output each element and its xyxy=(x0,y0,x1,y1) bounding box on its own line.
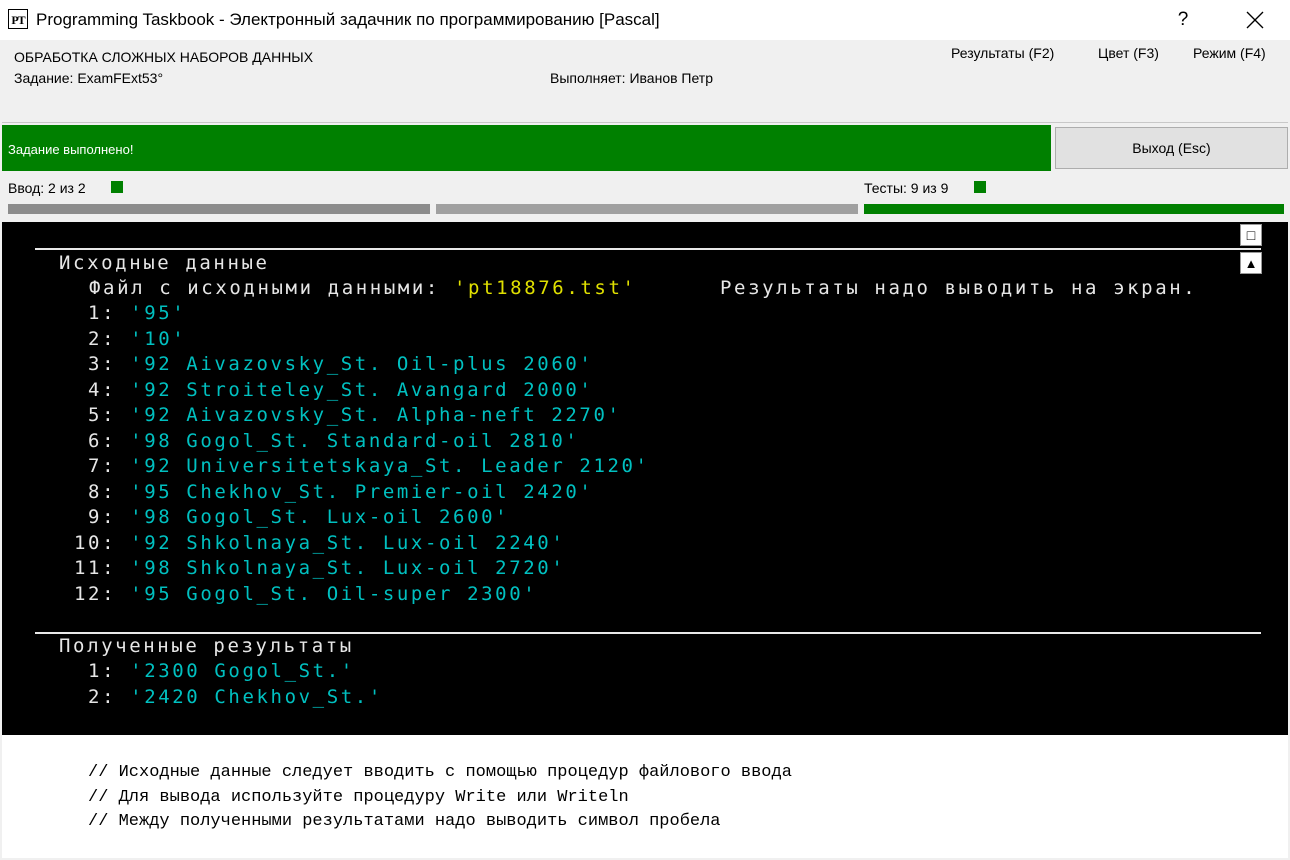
input-heading: Исходные данные xyxy=(59,252,270,274)
line-value: '2420 Chekhov_St.' xyxy=(130,685,383,708)
console-line: 7: '92 Universitetskaya_St. Leader 2120' xyxy=(74,455,650,477)
color-menu-button[interactable]: Цвет (F3) xyxy=(1098,45,1159,61)
line-number: 3: xyxy=(74,353,131,375)
line-value: '92 Shkolnaya_St. Lux-oil 2240' xyxy=(130,531,566,554)
console-line: 11: '98 Shkolnaya_St. Lux-oil 2720' xyxy=(74,557,565,579)
output-progress-bar xyxy=(436,204,858,214)
line-number: 11: xyxy=(74,557,131,579)
exit-button[interactable]: Выход (Esc) xyxy=(1055,127,1288,169)
comment-line: // Для вывода используйте процедуру Writ… xyxy=(88,788,629,807)
close-button[interactable] xyxy=(1230,0,1280,40)
line-number: 8: xyxy=(74,480,131,503)
line-number: 1: xyxy=(74,660,131,682)
input-status-indicator xyxy=(111,181,123,193)
tests-status-indicator xyxy=(974,181,986,193)
file-info-line: Файл с исходными данными: 'pt18876.tst' xyxy=(89,277,637,299)
line-value: '92 Aivazovsky_St. Oil-plus 2060' xyxy=(130,353,594,375)
line-value: '98 Gogol_St. Lux-oil 2600' xyxy=(130,506,510,528)
section-title: ОБРАБОТКА СЛОЖНЫХ НАБОРОВ ДАННЫХ xyxy=(14,49,314,65)
status-bar: Задание выполнено! xyxy=(2,125,1051,171)
line-number: 4: xyxy=(74,378,131,401)
status-message: Задание выполнено! xyxy=(8,142,134,157)
task-name: Задание: ExamFExt53° xyxy=(14,70,164,86)
results-menu-button[interactable]: Результаты (F2) xyxy=(951,45,1054,61)
line-number: 5: xyxy=(74,404,131,426)
console-line: 2: '2420 Chekhov_St.' xyxy=(74,686,383,708)
console-line: 4: '92 Stroiteley_St. Avangard 2000' xyxy=(74,379,593,401)
line-value: '95' xyxy=(130,302,187,324)
line-number: 9: xyxy=(74,506,131,528)
divider xyxy=(35,632,1261,634)
line-value: '98 Gogol_St. Standard-oil 2810' xyxy=(130,429,580,452)
scroll-up-button[interactable]: ▲ xyxy=(1240,252,1262,274)
mode-menu-button[interactable]: Режим (F4) xyxy=(1193,45,1266,61)
line-value: '92 Universitetskaya_St. Leader 2120' xyxy=(130,455,650,477)
line-value: '95 Gogol_St. Oil-super 2300' xyxy=(130,582,538,605)
line-number: 2: xyxy=(74,327,131,350)
line-number: 1: xyxy=(74,302,131,324)
file-name: 'pt18876.tst' xyxy=(454,277,637,299)
tests-progress-bar xyxy=(864,204,1284,214)
close-icon xyxy=(1246,11,1264,29)
file-label: Файл с исходными данными: xyxy=(89,277,455,299)
console-line: 1: '2300 Gogol_St.' xyxy=(74,660,355,682)
comment-line: // Исходные данные следует вводить с пом… xyxy=(88,763,792,782)
console-line: 5: '92 Aivazovsky_St. Alpha-neft 2270' xyxy=(74,404,622,426)
console-line: 1: '95' xyxy=(74,302,186,324)
console-line: 6: '98 Gogol_St. Standard-oil 2810' xyxy=(74,430,579,452)
line-value: '95 Chekhov_St. Premier-oil 2420' xyxy=(130,480,594,503)
window-title: Programming Taskbook - Электронный задач… xyxy=(36,10,660,29)
console-line: 8: '95 Chekhov_St. Premier-oil 2420' xyxy=(74,481,593,503)
input-count: Ввод: 2 из 2 xyxy=(8,180,86,196)
output-heading: Полученные результаты xyxy=(59,635,354,657)
line-number: 12: xyxy=(74,582,131,605)
line-value: '98 Shkolnaya_St. Lux-oil 2720' xyxy=(130,557,566,579)
console-line: 2: '10' xyxy=(74,328,186,350)
scroll-square-button[interactable]: □ xyxy=(1240,224,1262,246)
line-value: '92 Aivazovsky_St. Alpha-neft 2270' xyxy=(130,404,622,426)
line-number: 2: xyxy=(74,685,131,708)
console-line: 12: '95 Gogol_St. Oil-super 2300' xyxy=(74,583,537,605)
help-button[interactable]: ? xyxy=(1160,0,1206,40)
performer-name: Выполняет: Иванов Петр xyxy=(550,70,714,86)
output-note: Результаты надо выводить на экран. xyxy=(720,277,1198,299)
line-value: '92 Stroiteley_St. Avangard 2000' xyxy=(130,378,594,401)
console-line: 9: '98 Gogol_St. Lux-oil 2600' xyxy=(74,506,509,528)
line-number: 6: xyxy=(74,429,131,452)
app-icon: PT xyxy=(8,9,28,29)
tests-count: Тесты: 9 из 9 xyxy=(864,180,949,196)
comment-line: // Между полученными результатами надо в… xyxy=(88,812,721,831)
divider xyxy=(35,248,1261,250)
line-value: '2300 Gogol_St.' xyxy=(130,660,355,682)
line-value: '10' xyxy=(130,327,187,350)
input-progress-bar xyxy=(8,204,430,214)
console-line: 3: '92 Aivazovsky_St. Oil-plus 2060' xyxy=(74,353,593,375)
line-number: 10: xyxy=(74,531,131,554)
console-line: 10: '92 Shkolnaya_St. Lux-oil 2240' xyxy=(74,532,565,554)
line-number: 7: xyxy=(74,455,131,477)
